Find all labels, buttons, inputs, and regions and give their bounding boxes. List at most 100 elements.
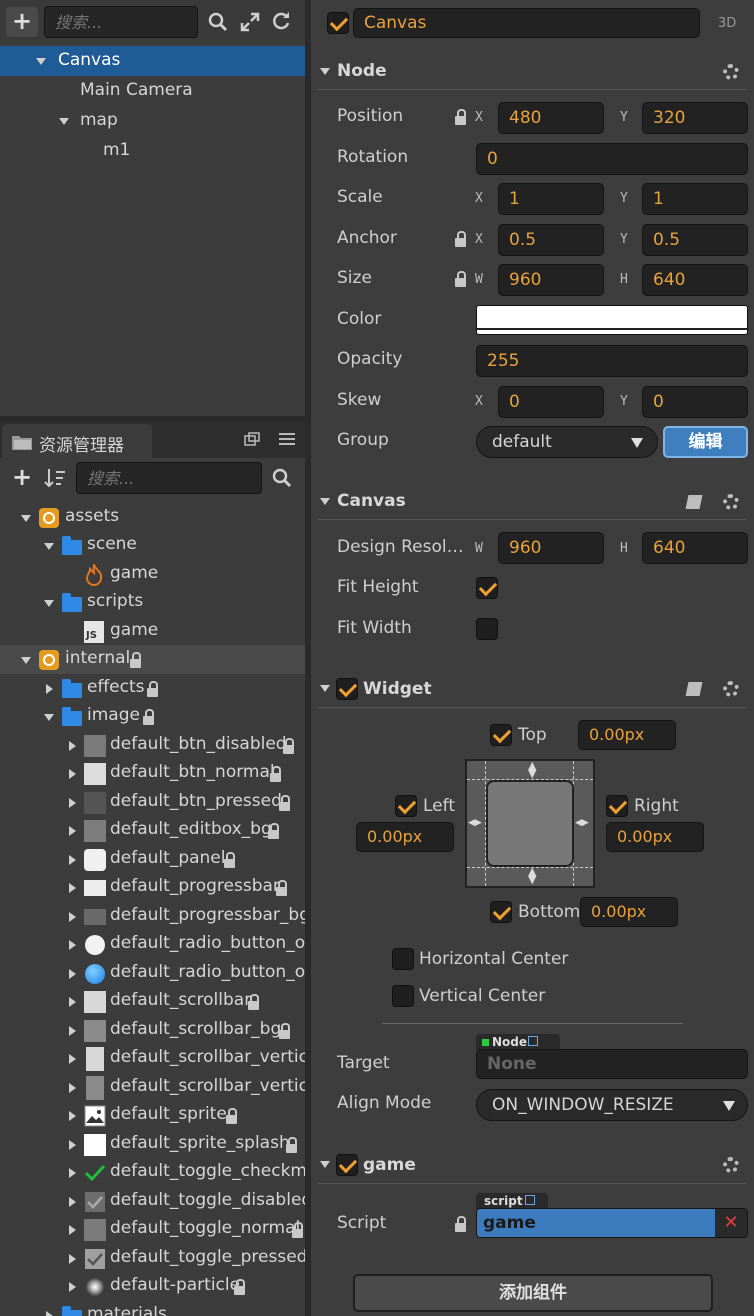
open-link-icon[interactable] <box>528 1036 538 1046</box>
add-node-button[interactable]: + <box>6 7 38 37</box>
assets-search-input[interactable] <box>76 462 262 494</box>
opacity-input[interactable]: 255 <box>476 345 748 377</box>
asset-texture[interactable]: default_sprite_splash <box>0 1130 305 1159</box>
asset-script-game[interactable]: JS game <box>0 617 305 646</box>
vertical-center-checkbox[interactable] <box>392 985 414 1007</box>
sort-icon[interactable] <box>44 468 66 488</box>
collapse-arrow-icon[interactable] <box>69 997 76 1007</box>
collapse-arrow-icon[interactable] <box>69 1225 76 1235</box>
asset-scene-game[interactable]: game <box>0 560 305 589</box>
game-section-header[interactable]: game <box>311 1148 754 1182</box>
expand-arrow-icon[interactable] <box>320 1161 330 1168</box>
asset-texture[interactable]: default_radio_button_on <box>0 959 305 988</box>
edit-group-button[interactable]: 编辑 <box>663 426 748 458</box>
scale-x-input[interactable]: 1 <box>498 183 604 215</box>
collapse-arrow-icon[interactable] <box>69 1054 76 1064</box>
anchor-y-input[interactable]: 0.5 <box>642 224 748 256</box>
right-input[interactable]: 0.00px <box>606 822 704 852</box>
collapse-arrow-icon[interactable] <box>69 883 76 893</box>
color-swatch[interactable] <box>476 305 748 335</box>
bottom-checkbox[interactable] <box>490 901 512 923</box>
asset-texture[interactable]: default_btn_disabled <box>0 731 305 760</box>
expand-arrow-icon[interactable] <box>59 118 69 125</box>
refresh-icon[interactable] <box>271 11 291 31</box>
open-link-icon[interactable] <box>525 1195 535 1205</box>
group-select[interactable]: default <box>476 426 658 458</box>
design-resolution-w-input[interactable]: 960 <box>498 532 604 564</box>
mode-3d-label[interactable]: 3D <box>718 16 736 31</box>
expand-arrow-icon[interactable] <box>21 657 31 664</box>
collapse-arrow-icon[interactable] <box>69 769 76 779</box>
search-icon[interactable] <box>272 468 292 488</box>
tree-node-map[interactable]: map <box>0 106 305 136</box>
gear-icon[interactable] <box>723 494 739 510</box>
collapse-arrow-icon[interactable] <box>69 1083 76 1093</box>
scale-y-input[interactable]: 1 <box>642 183 748 215</box>
expand-arrow-icon[interactable] <box>44 600 54 607</box>
rotation-input[interactable]: 0 <box>476 143 748 175</box>
script-field[interactable]: game ✕ <box>476 1208 748 1238</box>
fit-height-checkbox[interactable] <box>476 577 498 599</box>
help-book-icon[interactable] <box>685 495 703 509</box>
asset-folder-scene[interactable]: scene <box>0 531 305 560</box>
skew-y-input[interactable]: 0 <box>642 386 748 418</box>
asset-texture[interactable]: default_radio_button_off <box>0 930 305 959</box>
asset-texture[interactable]: default_toggle_disabled <box>0 1187 305 1216</box>
left-checkbox[interactable] <box>395 795 417 817</box>
asset-texture[interactable]: default_toggle_normal <box>0 1215 305 1244</box>
collapse-arrow-icon[interactable] <box>69 855 76 865</box>
expand-arrow-icon[interactable] <box>320 685 330 692</box>
asset-texture[interactable]: default_btn_pressed <box>0 788 305 817</box>
asset-db-internal[interactable]: internal <box>0 645 305 674</box>
expand-arrow-icon[interactable] <box>36 58 46 65</box>
collapse-arrow-icon[interactable] <box>69 1197 76 1207</box>
collapse-arrow-icon[interactable] <box>69 1140 76 1150</box>
help-book-icon[interactable] <box>685 682 703 696</box>
asset-texture[interactable]: default_scrollbar <box>0 987 305 1016</box>
expand-arrow-icon[interactable] <box>44 543 54 550</box>
collapse-arrow-icon[interactable] <box>46 684 53 694</box>
expand-arrow-icon[interactable] <box>320 68 330 75</box>
horizontal-center-checkbox[interactable] <box>392 948 414 970</box>
tab-assets[interactable]: 资源管理器 <box>2 424 152 458</box>
widget-section-header[interactable]: Widget <box>311 672 754 706</box>
anchor-x-input[interactable]: 0.5 <box>498 224 604 256</box>
lock-icon[interactable] <box>455 231 466 248</box>
gear-icon[interactable] <box>723 681 739 697</box>
lock-icon[interactable] <box>455 271 466 288</box>
right-checkbox[interactable] <box>606 795 628 817</box>
position-x-input[interactable]: 480 <box>498 102 604 134</box>
asset-texture[interactable]: default_editbox_bg <box>0 816 305 845</box>
top-checkbox[interactable] <box>490 724 512 746</box>
asset-texture[interactable]: default_toggle_checkmark <box>0 1158 305 1187</box>
asset-texture[interactable]: default_progressbar_bg <box>0 902 305 931</box>
tree-node-canvas[interactable]: Canvas <box>0 46 305 76</box>
asset-folder-effects[interactable]: effects <box>0 674 305 703</box>
asset-texture[interactable]: default_panel <box>0 845 305 874</box>
design-resolution-h-input[interactable]: 640 <box>642 532 748 564</box>
collapse-arrow-icon[interactable] <box>69 1111 76 1121</box>
skew-x-input[interactable]: 0 <box>498 386 604 418</box>
target-input[interactable]: None <box>476 1049 748 1079</box>
node-name-input[interactable]: Canvas <box>353 8 700 38</box>
add-component-button[interactable]: 添加组件 <box>353 1274 713 1312</box>
game-enabled-checkbox[interactable] <box>336 1154 358 1176</box>
asset-texture[interactable]: default_btn_normal <box>0 759 305 788</box>
fit-width-checkbox[interactable] <box>476 618 498 640</box>
asset-folder-materials[interactable]: materials <box>0 1301 305 1316</box>
asset-texture[interactable]: default_sprite <box>0 1101 305 1130</box>
asset-folder-image[interactable]: image <box>0 702 305 731</box>
search-icon[interactable] <box>208 12 228 32</box>
asset-db-assets[interactable]: assets <box>0 503 305 532</box>
lock-icon[interactable] <box>455 109 466 126</box>
asset-texture[interactable]: default_scrollbar_vertical_bg <box>0 1073 305 1102</box>
asset-texture[interactable]: default_scrollbar_vertical <box>0 1044 305 1073</box>
collapse-arrow-icon[interactable] <box>69 1168 76 1178</box>
asset-texture[interactable]: default_scrollbar_bg <box>0 1016 305 1045</box>
collapse-arrow-icon[interactable] <box>69 912 76 922</box>
tree-node-main-camera[interactable]: Main Camera <box>0 76 305 106</box>
collapse-arrow-icon[interactable] <box>69 1254 76 1264</box>
size-w-input[interactable]: 960 <box>498 264 604 296</box>
collapse-arrow-icon[interactable] <box>69 826 76 836</box>
gear-icon[interactable] <box>723 64 739 80</box>
